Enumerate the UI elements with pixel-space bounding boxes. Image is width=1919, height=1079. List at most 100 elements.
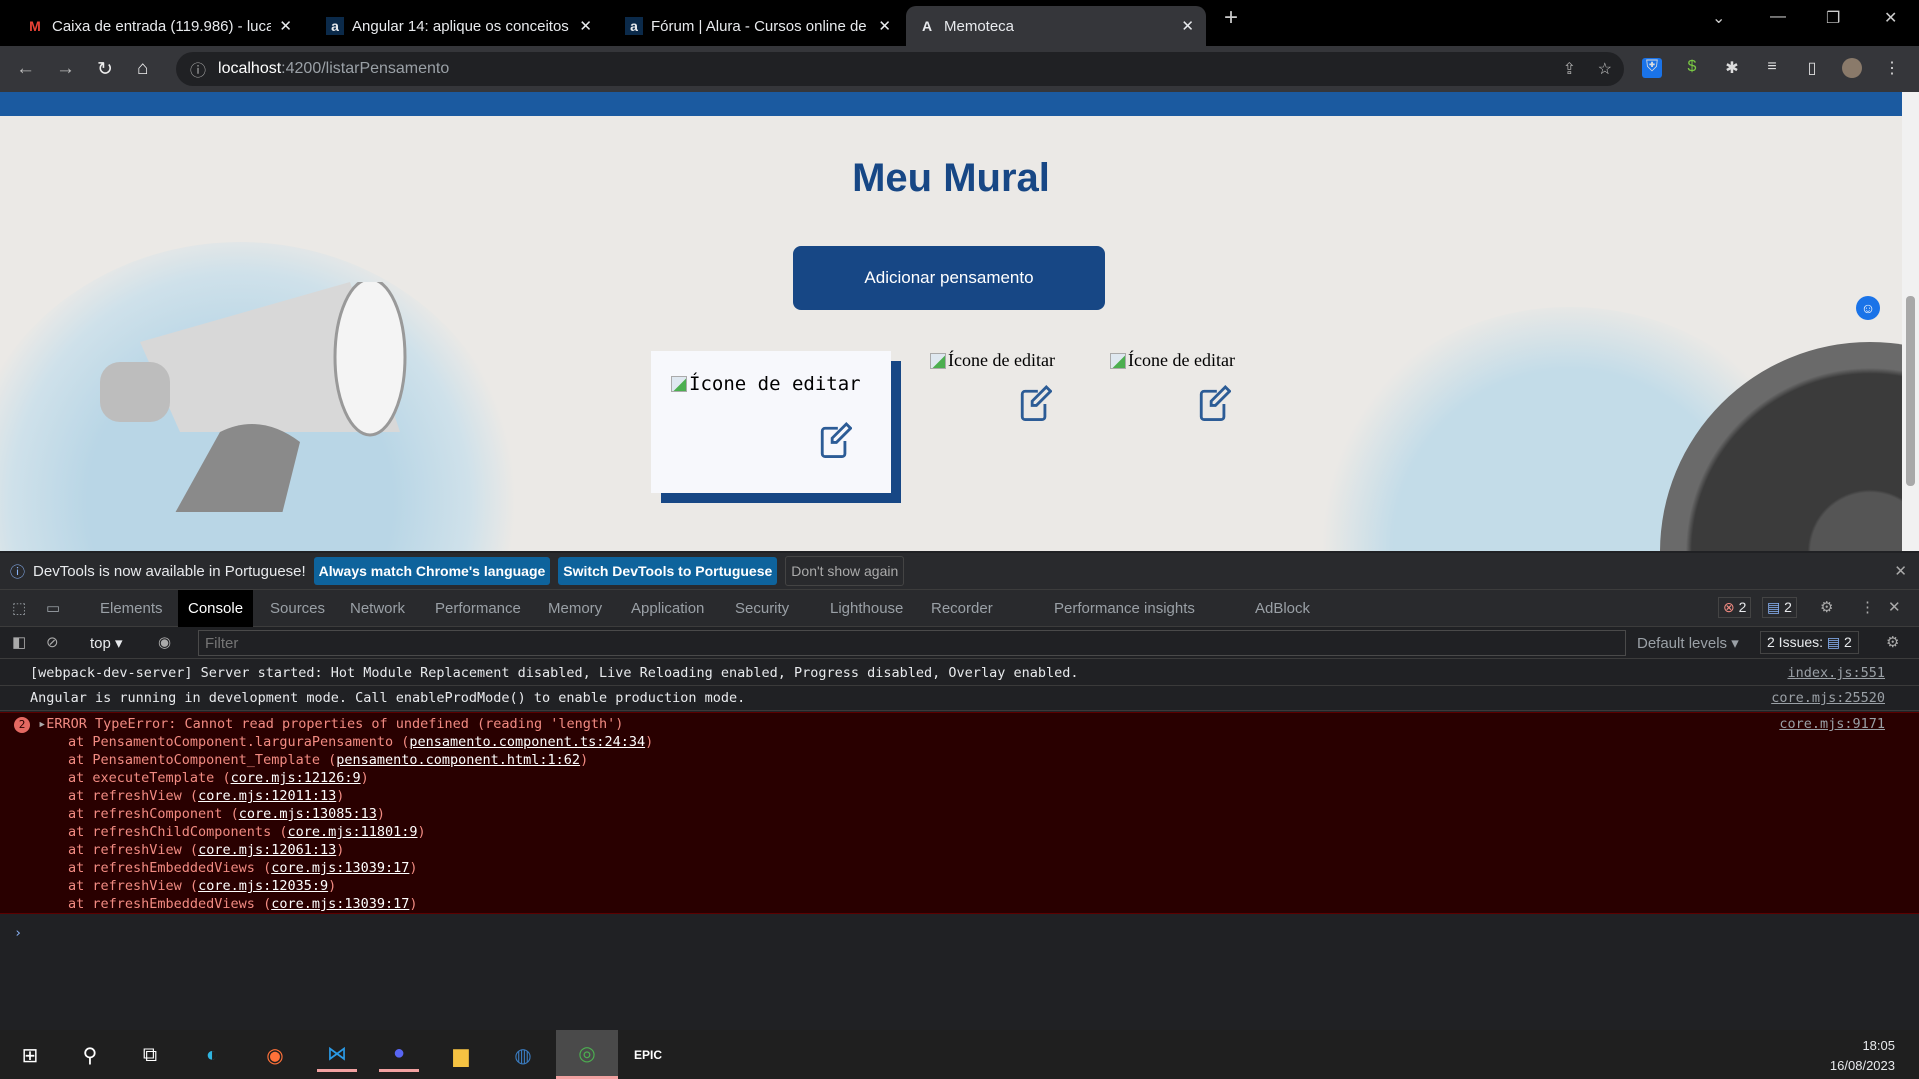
tab-console[interactable]: Console xyxy=(178,590,254,627)
menu-kebab-icon[interactable]: ⋮ xyxy=(1882,58,1902,78)
new-tab-button[interactable]: + xyxy=(1224,4,1238,32)
extensions-puzzle-icon[interactable]: ✱ xyxy=(1722,58,1742,78)
tab-strip: M Caixa de entrada (119.986) - luca ✕ a Ang… xyxy=(0,0,1919,46)
extension-dollar-icon[interactable]: $ xyxy=(1682,58,1702,78)
live-expression-eye-icon[interactable]: ◉ xyxy=(158,633,171,651)
close-tab-icon[interactable]: ✕ xyxy=(878,17,891,35)
close-tab-icon[interactable]: ✕ xyxy=(579,17,592,35)
start-icon[interactable]: ⊞ xyxy=(10,1038,50,1072)
console-prompt[interactable]: › xyxy=(14,925,22,941)
side-panel-icon[interactable]: ▯ xyxy=(1802,58,1822,78)
tab-application[interactable]: Application xyxy=(621,590,714,627)
stack-location-link[interactable]: pensamento.component.html:1:62 xyxy=(336,752,580,768)
error-source-link[interactable]: core.mjs:9171 xyxy=(1779,715,1885,733)
clear-console-icon[interactable]: ⊘ xyxy=(46,633,59,651)
chrome-icon[interactable]: ◎ xyxy=(556,1030,618,1079)
back-icon[interactable]: ← xyxy=(16,58,35,80)
tab-memory[interactable]: Memory xyxy=(538,590,612,627)
edit-icon[interactable] xyxy=(1197,384,1231,424)
tab-security[interactable]: Security xyxy=(725,590,799,627)
stack-location-link[interactable]: pensamento.component.ts:24:34 xyxy=(409,734,645,750)
error-counter[interactable]: ⊗ 2 xyxy=(1718,597,1752,618)
tab-memoteca[interactable]: A Memoteca ✕ xyxy=(906,6,1206,46)
system-clock[interactable]: 18:05 16/08/2023 xyxy=(1830,1036,1895,1076)
close-devtools-icon[interactable]: ✕ xyxy=(1888,598,1901,616)
log-text: [webpack-dev-server] Server started: Hot… xyxy=(30,665,1079,681)
stack-location-link[interactable]: core.mjs:13039:17 xyxy=(271,896,409,912)
bookmark-star-icon[interactable]: ☆ xyxy=(1598,59,1612,79)
message-counter[interactable]: ▤ 2 xyxy=(1762,597,1797,618)
extension-shield-icon[interactable]: ⛨ xyxy=(1642,58,1662,78)
edit-icon[interactable] xyxy=(818,421,852,461)
stack-trace: at PensamentoComponent.larguraPensamento… xyxy=(0,733,1919,913)
stack-location-link[interactable]: core.mjs:12011:13 xyxy=(198,788,336,804)
tab-search-icon[interactable]: ⌄ xyxy=(1712,8,1725,28)
epic-games-icon[interactable]: EPIC xyxy=(628,1038,668,1072)
restore-button[interactable]: ❐ xyxy=(1826,8,1840,28)
switch-portuguese-button[interactable]: Switch DevTools to Portuguese xyxy=(558,557,778,585)
stack-frame: at executeTemplate (core.mjs:12126:9) xyxy=(68,770,369,786)
stack-location-link[interactable]: core.mjs:12126:9 xyxy=(231,770,361,786)
settings-gear-icon[interactable]: ⚙ xyxy=(1820,598,1833,616)
close-window-button[interactable]: ✕ xyxy=(1884,8,1897,28)
tab-elements[interactable]: Elements xyxy=(90,590,173,627)
log-source-link[interactable]: core.mjs:25520 xyxy=(1771,686,1885,711)
tab-forum[interactable]: a Fórum | Alura - Cursos online de ✕ xyxy=(613,6,903,46)
tab-recorder[interactable]: Recorder xyxy=(921,590,1003,627)
context-select[interactable]: top ▾ xyxy=(90,634,123,652)
tab-adblock[interactable]: AdBlock xyxy=(1245,590,1320,627)
media-queue-icon[interactable]: ≡ xyxy=(1762,58,1782,78)
stack-location-link[interactable]: core.mjs:12035:9 xyxy=(198,878,328,894)
firefox-icon[interactable]: ◉ xyxy=(255,1038,295,1072)
forward-icon[interactable]: → xyxy=(56,58,75,80)
home-icon[interactable]: ⌂ xyxy=(137,58,148,80)
share-icon[interactable]: ⇪ xyxy=(1563,59,1576,79)
tab-gmail[interactable]: M Caixa de entrada (119.986) - luca ✕ xyxy=(14,6,304,46)
search-icon[interactable]: ⚲ xyxy=(70,1038,110,1072)
more-options-icon[interactable]: ⋮ xyxy=(1860,598,1875,616)
steam-icon[interactable]: ◍ xyxy=(503,1038,543,1072)
tab-lighthouse[interactable]: Lighthouse xyxy=(820,590,913,627)
web-page: Meu Mural Adicionar pensamento Ícone de … xyxy=(0,92,1902,551)
console-toolbar: ◧ ⊘ top ▾ ◉ Default levels ▾ 2 Issues: ▤… xyxy=(0,627,1919,659)
stack-location-link[interactable]: core.mjs:12061:13 xyxy=(198,842,336,858)
error-message: ERROR TypeError: Cannot read properties … xyxy=(46,716,624,732)
tab-performance[interactable]: Performance xyxy=(425,590,531,627)
issues-count: 2 xyxy=(1844,634,1852,650)
console-settings-icon[interactable]: ⚙ xyxy=(1886,633,1899,651)
stack-frame: at refreshView (core.mjs:12061:13) xyxy=(68,842,345,858)
minimize-button[interactable]: — xyxy=(1770,8,1786,26)
stack-location-link[interactable]: core.mjs:13085:13 xyxy=(239,806,377,822)
edge-icon[interactable]: ◐ xyxy=(192,1038,232,1072)
tab-angular-course[interactable]: a Angular 14: aplique os conceitos ✕ xyxy=(314,6,604,46)
tab-performance-insights[interactable]: Performance insights xyxy=(1044,590,1205,627)
add-thought-button[interactable]: Adicionar pensamento xyxy=(793,246,1105,310)
reload-icon[interactable]: ↻ xyxy=(97,58,113,81)
task-view-icon[interactable]: ⧉ xyxy=(130,1038,170,1072)
dont-show-again-button[interactable]: Don't show again xyxy=(785,556,905,586)
discord-icon[interactable]: ● xyxy=(379,1038,419,1072)
device-toolbar-icon[interactable]: ▭ xyxy=(36,590,70,627)
issues-button[interactable]: 2 Issues: ▤ 2 xyxy=(1760,631,1859,654)
scrollbar-thumb[interactable] xyxy=(1906,296,1915,486)
filter-input[interactable] xyxy=(198,630,1626,656)
stack-location-link[interactable]: core.mjs:13039:17 xyxy=(271,860,409,876)
log-levels-dropdown[interactable]: Default levels ▾ xyxy=(1637,634,1739,652)
address-bar[interactable]: ⓘ localhost:4200/listarPensamento ⇪ ☆ xyxy=(176,52,1624,86)
tab-network[interactable]: Network xyxy=(340,590,415,627)
inspect-element-icon[interactable]: ⬚ xyxy=(2,590,36,627)
sidebar-toggle-icon[interactable]: ◧ xyxy=(12,633,26,651)
vscode-icon[interactable]: ⋈ xyxy=(317,1038,357,1072)
chat-widget-icon[interactable]: ☺ xyxy=(1856,296,1880,320)
stack-location-link[interactable]: core.mjs:11801:9 xyxy=(287,824,417,840)
tab-sources[interactable]: Sources xyxy=(260,590,335,627)
page-scrollbar[interactable] xyxy=(1902,92,1919,551)
close-icon[interactable]: ✕ xyxy=(1894,562,1907,580)
log-source-link[interactable]: index.js:551 xyxy=(1787,661,1885,686)
match-language-button[interactable]: Always match Chrome's language xyxy=(313,557,551,585)
file-explorer-icon[interactable]: ▆ xyxy=(441,1038,481,1072)
edit-icon[interactable] xyxy=(1018,384,1052,424)
close-tab-icon[interactable]: ✕ xyxy=(1181,17,1194,35)
profile-avatar[interactable] xyxy=(1842,58,1862,78)
close-tab-icon[interactable]: ✕ xyxy=(279,17,292,35)
